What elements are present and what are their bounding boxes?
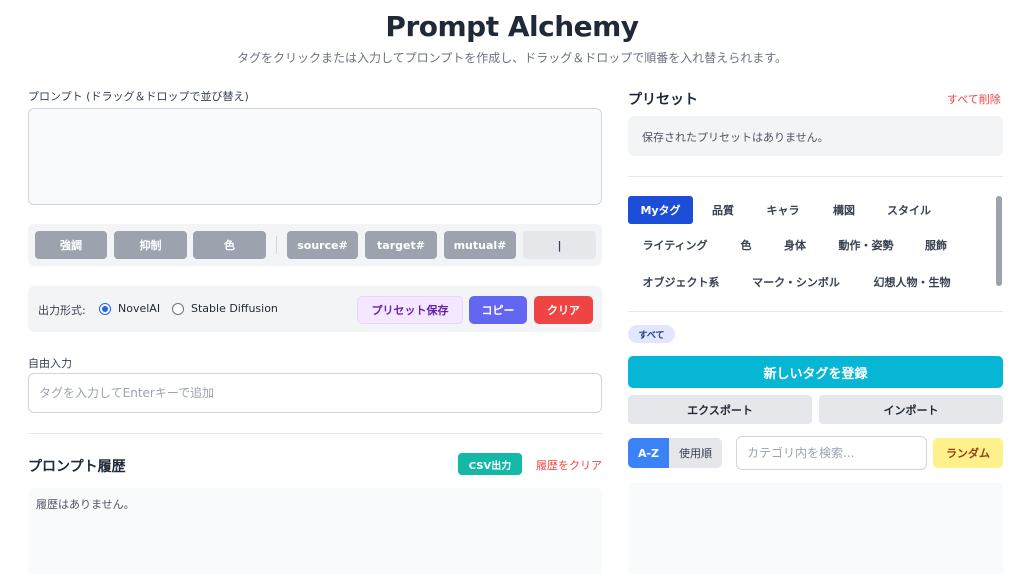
divider [628, 311, 1003, 312]
mutual-button[interactable]: mutual# [444, 231, 516, 259]
tab-style[interactable]: スタイル [878, 196, 940, 224]
clear-button[interactable]: クリア [534, 296, 593, 324]
tab-body[interactable]: 身体 [775, 231, 815, 259]
clear-history-link[interactable]: 履歴をクリア [536, 457, 602, 473]
category-search-input[interactable] [736, 436, 927, 470]
divider [628, 176, 1003, 177]
tab-quality[interactable]: 品質 [700, 196, 746, 224]
sort-az-button[interactable]: A-Z [628, 438, 669, 468]
filter-all-chip[interactable]: すべて [628, 325, 675, 343]
target-button[interactable]: target# [365, 231, 437, 259]
free-input-label: 自由入力 [28, 357, 72, 370]
copy-button[interactable]: コピー [469, 296, 527, 324]
syntax-toolbar: 強調 抑制 色 source# target# mutual# | [28, 224, 602, 266]
pipe-button[interactable]: | [523, 231, 596, 259]
tab-clothing[interactable]: 服飾 [916, 231, 956, 259]
tag-list [628, 483, 1003, 574]
tab-fantasy-creatures[interactable]: 幻想人物・生物 [865, 268, 959, 296]
prompt-label: プロンプト (ドラッグ＆ドロップで並び替え) [28, 90, 249, 103]
sort-usage-button[interactable]: 使用順 [669, 438, 722, 468]
csv-export-button[interactable]: CSV出力 [458, 453, 522, 475]
import-button[interactable]: インポート [819, 395, 1003, 424]
tab-composition[interactable]: 構図 [822, 196, 866, 224]
page-title: Prompt Alchemy [385, 10, 639, 43]
category-scrollbar[interactable] [996, 196, 1002, 286]
color-button[interactable]: 色 [193, 231, 266, 259]
save-preset-button[interactable]: プリセット保存 [357, 296, 463, 324]
history-list: 履歴はありません。 [28, 488, 602, 574]
tab-my-tags[interactable]: Myタグ [628, 196, 693, 224]
history-title: プロンプト履歴 [28, 459, 126, 475]
tab-marks-symbols[interactable]: マーク・シンボル [744, 268, 848, 296]
prompt-editor[interactable] [28, 108, 602, 205]
tab-character[interactable]: キャラ [757, 196, 809, 224]
format-label: 出力形式: [38, 304, 86, 317]
output-format-bar: 出力形式: NovelAI Stable Diffusion プリセット保存 コ… [28, 286, 602, 332]
delete-all-presets-link[interactable]: すべて削除 [947, 91, 1001, 107]
source-button[interactable]: source# [287, 231, 358, 259]
tab-objects[interactable]: オブジェクト系 [634, 268, 728, 296]
tab-action-pose[interactable]: 動作・姿勢 [832, 231, 900, 259]
divider [28, 433, 602, 434]
random-button[interactable]: ランダム [933, 438, 1003, 468]
preset-list: 保存されたプリセットはありません。 [628, 116, 1003, 156]
novelai-radio[interactable] [99, 303, 111, 315]
free-input[interactable] [28, 373, 602, 413]
stable-diffusion-label[interactable]: Stable Diffusion [191, 302, 278, 315]
presets-title: プリセット [628, 92, 698, 108]
stable-diffusion-radio[interactable] [172, 303, 184, 315]
suppress-button[interactable]: 抑制 [114, 231, 187, 259]
export-button[interactable]: エクスポート [628, 395, 812, 424]
toolbar-divider [276, 236, 277, 254]
page-subtitle: タグをクリックまたは入力してプロンプトを作成し、ドラッグ＆ドロップで順番を入れ替… [236, 51, 788, 65]
history-empty-text: 履歴はありません。 [36, 498, 135, 511]
tab-color[interactable]: 色 [732, 231, 760, 259]
emphasis-button[interactable]: 強調 [35, 231, 107, 259]
preset-empty-text: 保存されたプリセットはありません。 [642, 131, 829, 144]
novelai-label[interactable]: NovelAI [118, 302, 160, 315]
tab-lighting[interactable]: ライティング [634, 231, 716, 259]
register-new-tag-button[interactable]: 新しいタグを登録 [628, 356, 1003, 388]
